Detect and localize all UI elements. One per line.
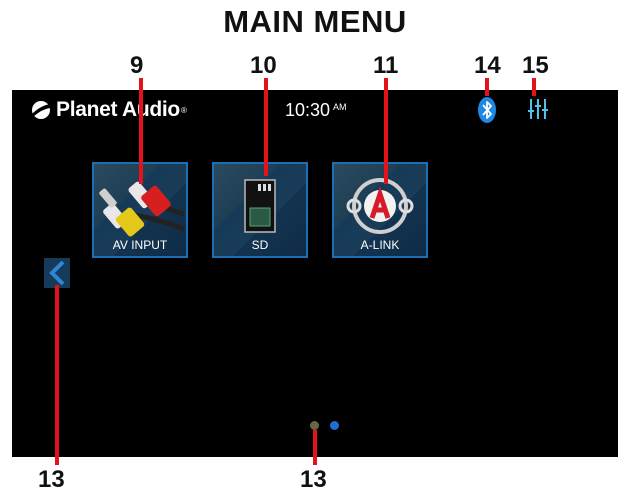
callout-a-link: 11 (373, 52, 399, 79)
brand-logo-text: Planet Audio (56, 98, 180, 121)
chevron-left-icon (49, 260, 65, 286)
tile-sd-label: SD (251, 238, 269, 252)
tile-av-input-label: AV INPUT (112, 238, 168, 252)
page-title: MAIN MENU (223, 4, 407, 39)
callout-back-left: 13 (38, 466, 65, 493)
equalizer-icon[interactable] (527, 98, 549, 120)
callout-line-back-left (55, 285, 59, 465)
tile-sd[interactable]: SD (212, 162, 308, 258)
planet-logo-icon (32, 101, 51, 119)
clock-ampm: AM (333, 102, 347, 112)
tile-a-link[interactable]: A-LINK (332, 162, 428, 258)
callout-sd: 10 (250, 52, 277, 79)
callout-line-bluetooth (485, 78, 489, 96)
callout-line-a-link (384, 78, 388, 184)
tile-a-link-label: A-LINK (360, 238, 400, 252)
callout-av-input: 9 (130, 52, 144, 79)
page-dot-2-active[interactable] (330, 421, 339, 430)
bluetooth-icon[interactable] (478, 97, 496, 123)
callout-line-equalizer (532, 78, 536, 96)
clock-time: 10:30 (285, 100, 331, 120)
clock: 10:30 AM (285, 100, 347, 121)
callout-line-sd (264, 78, 268, 176)
callout-line-page-dots (313, 430, 317, 465)
page-dot-1[interactable] (310, 421, 319, 430)
callout-line-av-input (139, 78, 143, 184)
callout-equalizer: 15 (522, 52, 549, 79)
brand-logo: Planet Audio ® (30, 97, 187, 123)
previous-page-button[interactable] (44, 258, 70, 288)
callout-bluetooth: 14 (474, 52, 501, 79)
head-unit-screen: Planet Audio ® 10:30 AM AV INPUT SD A-LI… (12, 90, 618, 457)
callout-page-dots: 13 (300, 466, 327, 493)
